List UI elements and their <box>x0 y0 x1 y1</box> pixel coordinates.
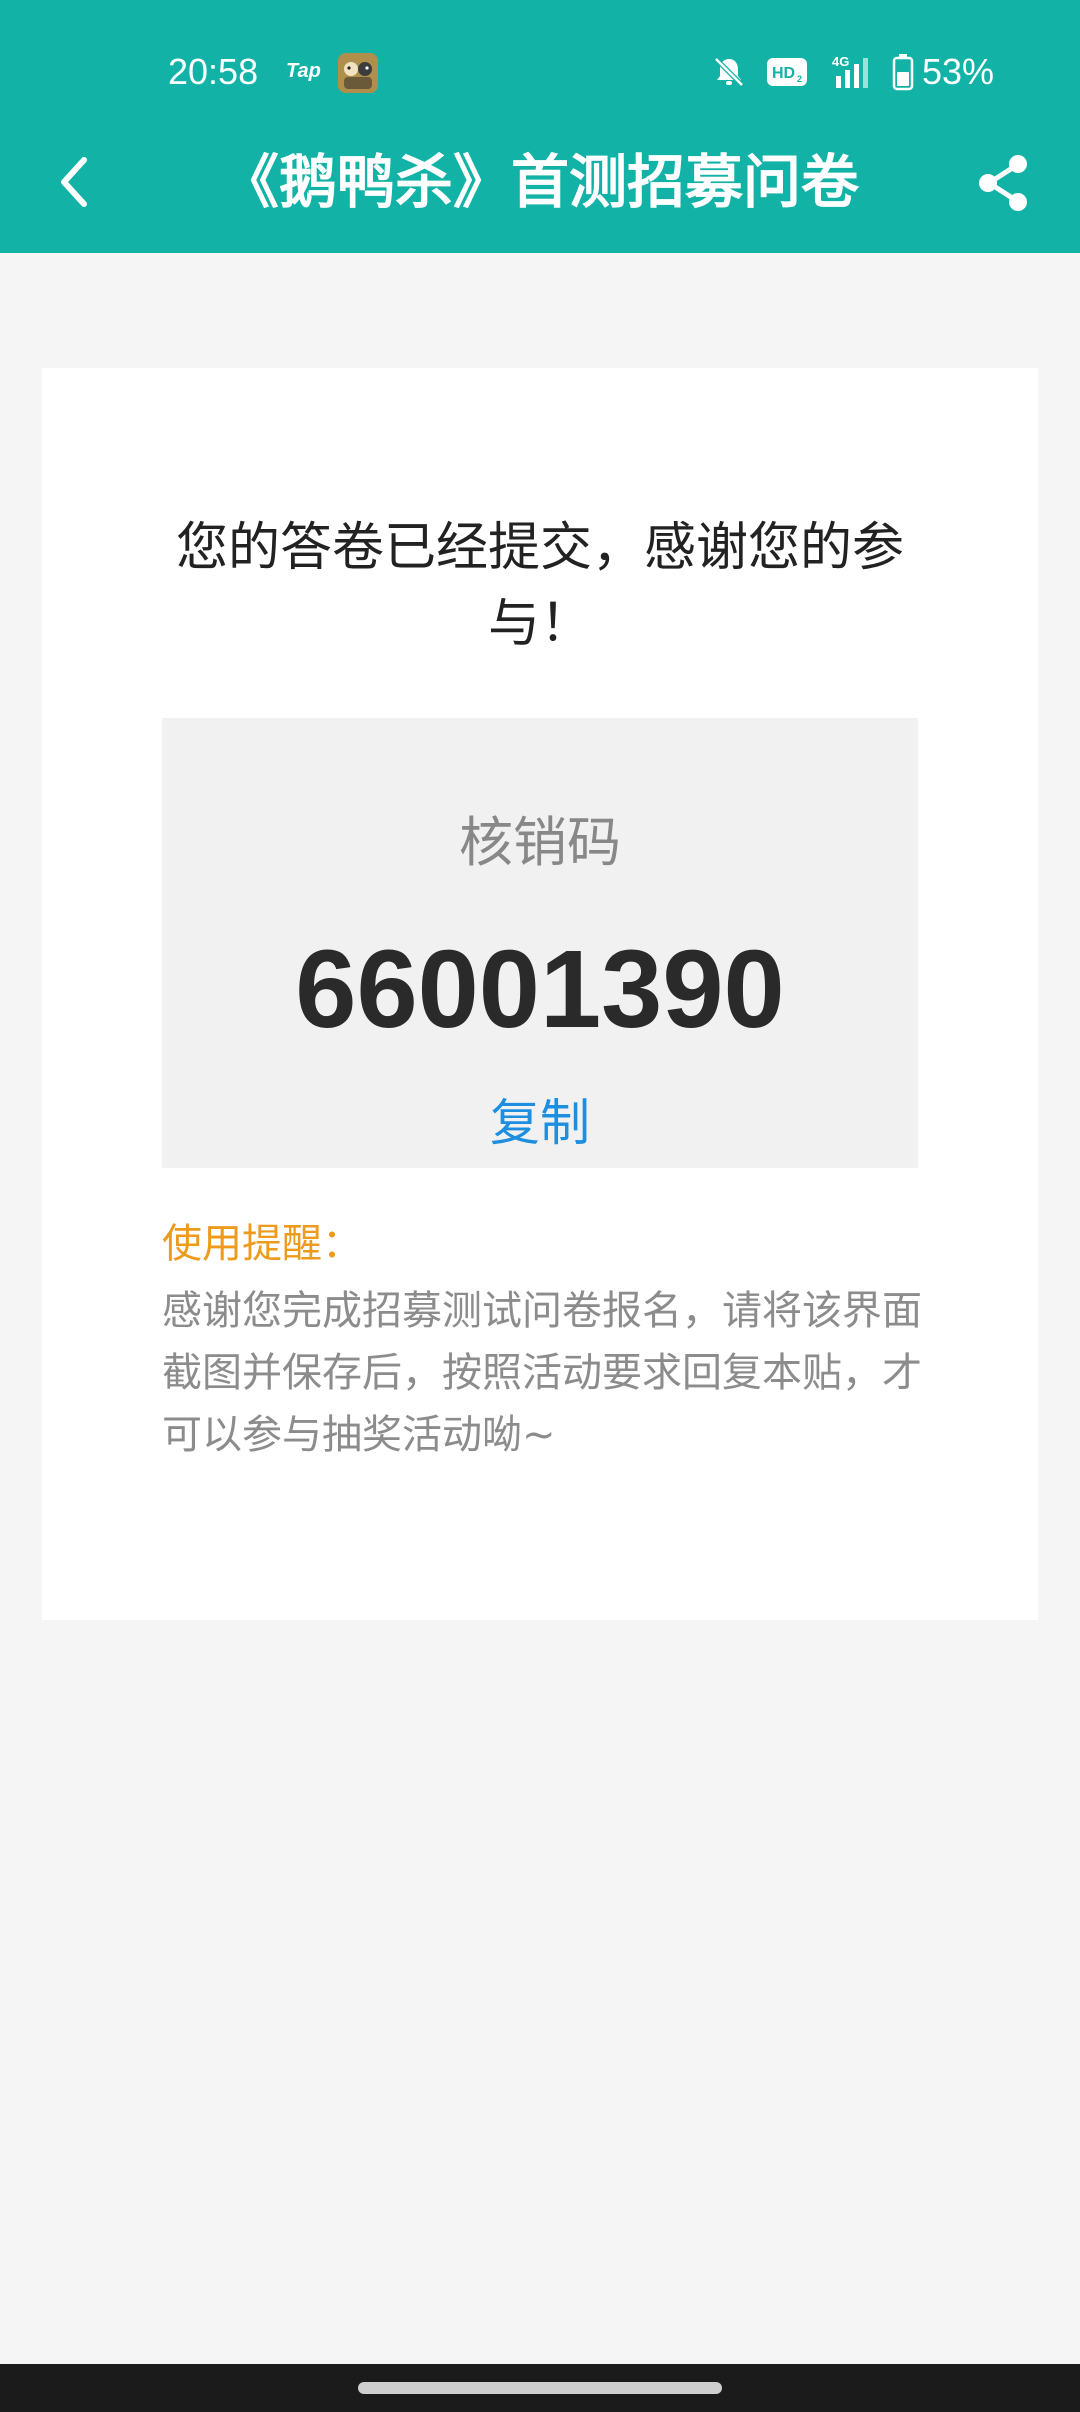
battery-icon <box>892 53 914 91</box>
status-time: 20:58 <box>168 51 259 92</box>
svg-text:2: 2 <box>797 74 802 84</box>
chevron-left-icon <box>61 157 87 207</box>
signal-4g-icon: 4G <box>828 54 872 90</box>
mute-icon <box>712 55 746 89</box>
hd-voice-icon: HD 2 <box>766 57 808 87</box>
game-app-icon <box>338 53 378 93</box>
status-icons: HD 2 4G 53% <box>692 48 994 96</box>
header: 20:58 Tap HD 2 4G 53% 《鹅鸭杀》首测招募问卷 <box>0 0 1080 253</box>
code-label: 核销码 <box>459 811 621 874</box>
home-indicator[interactable] <box>358 2382 722 2394</box>
svg-text:HD: HD <box>772 65 795 82</box>
copy-button[interactable]: 复制 <box>162 1090 918 1156</box>
tap-notification-icon: Tap <box>286 60 321 82</box>
share-icon <box>979 155 1027 211</box>
battery-percent: 53% <box>921 51 994 92</box>
submit-success-message: 您的答卷已经提交，感谢您的参与！ <box>175 518 904 654</box>
svg-text:4G: 4G <box>832 54 849 69</box>
verification-code-box: 核销码 66001390 复制 <box>162 718 918 1168</box>
verification-code: 66001390 <box>295 928 785 1051</box>
reminder-text: 感谢您完成招募测试问卷报名，请将该界面截图并保存后，按照活动要求回复本贴，才可以… <box>162 1288 922 1458</box>
reminder-title: 使用提醒： <box>162 1221 362 1267</box>
back-button[interactable] <box>42 146 106 218</box>
page-title: 《鹅鸭杀》首测招募问卷 <box>220 148 859 216</box>
share-button[interactable] <box>970 150 1036 216</box>
navigation-bar <box>0 2364 1080 2412</box>
result-card: 您的答卷已经提交，感谢您的参与！ 核销码 66001390 复制 使用提醒： 感… <box>42 368 1038 1620</box>
